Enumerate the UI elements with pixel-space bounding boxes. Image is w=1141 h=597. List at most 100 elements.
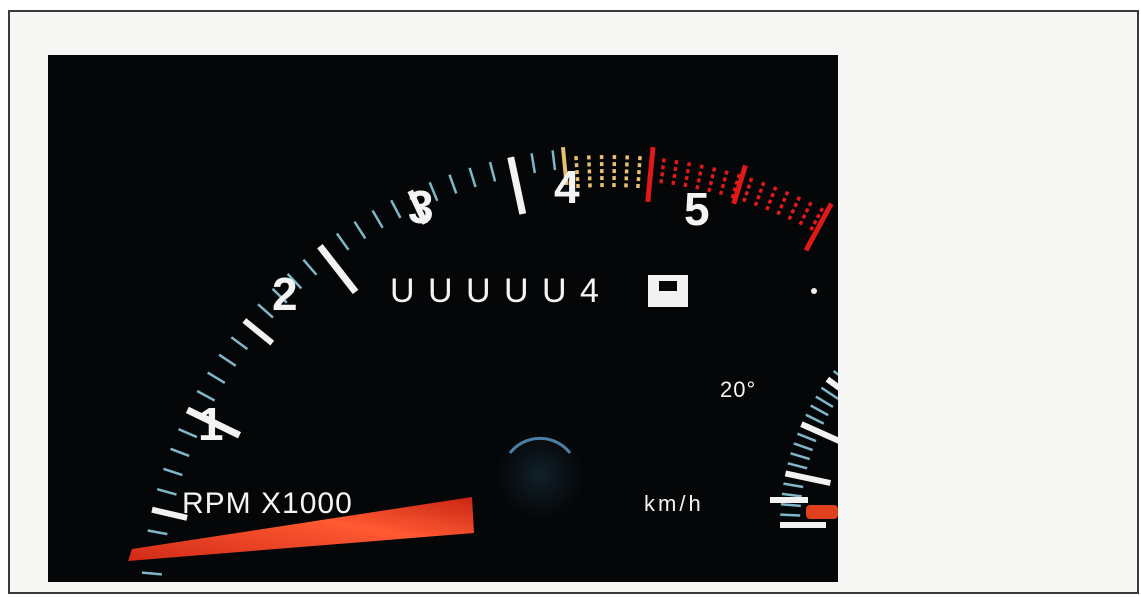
tach-minor-tick <box>163 467 183 477</box>
redline-hatch <box>819 207 825 213</box>
speedo-minor-tick <box>810 404 829 417</box>
rpm-x1000-label: RPM X1000 <box>182 487 353 520</box>
redline-hatch <box>804 207 810 213</box>
speedo-minor-tick <box>787 462 808 470</box>
redline-hatch <box>756 194 761 200</box>
odometer-digit: U <box>390 272 415 310</box>
redline-hatch <box>673 166 678 172</box>
speedo-major-tick <box>800 421 838 444</box>
redline-hatch <box>696 178 701 183</box>
redline-hatch <box>684 175 689 181</box>
tach-minor-tick <box>147 529 168 536</box>
redline-hatch <box>801 214 807 220</box>
redline-hatch <box>720 183 726 189</box>
odometer-digit: U <box>466 272 491 310</box>
redline-hatch <box>711 167 717 172</box>
redline-hatch <box>742 197 747 203</box>
speedometer-temp-reading: 20° <box>720 377 756 402</box>
tach-number-2: 2 <box>272 268 298 320</box>
redline-hatch <box>760 181 766 187</box>
redline-hatch <box>765 205 770 211</box>
redline-tick <box>803 202 834 252</box>
speedo-minor-tick <box>781 492 802 498</box>
redline-hatch <box>815 213 821 219</box>
redline-hatch <box>744 190 749 196</box>
redline-hatch <box>699 164 704 169</box>
odometer-digit: U <box>428 272 453 310</box>
tach-number-3: 3 <box>408 181 434 233</box>
redline-hatch <box>776 210 782 216</box>
speedo-minor-tick <box>796 432 817 443</box>
redline-hatch <box>787 215 793 221</box>
redline-hatch <box>722 176 727 182</box>
redline-hatch <box>674 159 679 165</box>
redline-hatch <box>708 180 714 186</box>
odometer-rolling-digit-mark <box>659 281 677 291</box>
redline-hatch <box>781 197 787 203</box>
redline-hatch <box>718 190 724 196</box>
tach-minor-tick <box>371 209 384 229</box>
speedo-minor-tick <box>780 513 801 517</box>
redline-hatch <box>746 184 752 190</box>
tach-minor-tick <box>141 571 162 576</box>
redline-hatch <box>687 161 692 167</box>
gauge-svg: 1 2 3 4 5 U U U U U 4 RPM X1000 20° km/h <box>128 146 838 576</box>
speedo-minor-tick <box>780 503 801 508</box>
redline-hatch <box>772 186 778 192</box>
redline-hatch <box>784 190 790 196</box>
tach-minor-tick <box>468 167 477 188</box>
speedo-major-tick <box>784 470 832 486</box>
redline-hatch <box>790 208 796 214</box>
odometer: U U U U U 4 <box>390 272 688 310</box>
redline-hatch <box>767 199 773 205</box>
redline-hatch <box>758 188 764 194</box>
odometer-digit: U <box>504 272 529 310</box>
tach-half-tick <box>242 318 275 346</box>
speedo-minor-tick <box>805 413 825 425</box>
tach-minor-tick <box>156 487 177 496</box>
tach-minor-tick <box>257 303 274 319</box>
speedometer-unit-label: km/h <box>644 491 704 516</box>
odometer-digit: U <box>542 272 567 310</box>
speedo-minor-tick <box>793 442 814 452</box>
tach-minor-tick <box>488 161 497 182</box>
redline-hatch <box>748 177 754 183</box>
speedo-minor-tick <box>820 386 838 400</box>
odometer-digit: 4 <box>580 272 599 310</box>
tach-minor-tick <box>207 371 226 384</box>
tach-number-4: 4 <box>554 161 580 213</box>
tach-minor-tick <box>390 199 402 219</box>
redline-hatch <box>698 171 703 176</box>
needle-hub <box>496 431 584 519</box>
image-frame: 1 2 3 4 5 U U U U U 4 RPM X1000 20° km/h <box>8 10 1139 594</box>
redline-hatch <box>671 180 676 186</box>
tach-minor-tick <box>448 174 458 194</box>
tach-minor-tick <box>177 427 198 439</box>
speedo-minor-tick <box>783 482 804 489</box>
redline-hatch <box>724 170 729 175</box>
redline-hatch <box>807 201 813 207</box>
speedo-minor-tick <box>790 452 811 461</box>
redline-hatch <box>798 220 804 226</box>
tach-number-1: 1 <box>198 398 224 450</box>
redline-hatch <box>770 192 775 198</box>
speedometer-dot <box>811 288 817 294</box>
tach-minor-tick <box>335 232 350 251</box>
redline-zone <box>645 146 834 252</box>
redline-hatch <box>672 173 677 179</box>
tach-number-5: 5 <box>684 183 710 235</box>
redline-hatch <box>753 201 759 207</box>
redline-hatch <box>796 196 802 202</box>
tach-minor-tick <box>353 220 367 240</box>
speedometer-zero-tick <box>770 497 808 503</box>
speedometer-needle-tip <box>806 505 838 519</box>
speedometer-ticks <box>780 369 838 528</box>
instrument-cluster-photo: 1 2 3 4 5 U U U U U 4 RPM X1000 20° km/h <box>48 55 838 582</box>
redline-tick <box>645 146 656 203</box>
tach-minor-tick <box>218 353 237 367</box>
tach-major-tick <box>317 244 359 295</box>
redline-hatch <box>812 219 818 225</box>
tach-minor-tick <box>302 258 318 276</box>
tach-minor-tick <box>530 153 537 174</box>
tach-minor-tick <box>170 447 190 458</box>
